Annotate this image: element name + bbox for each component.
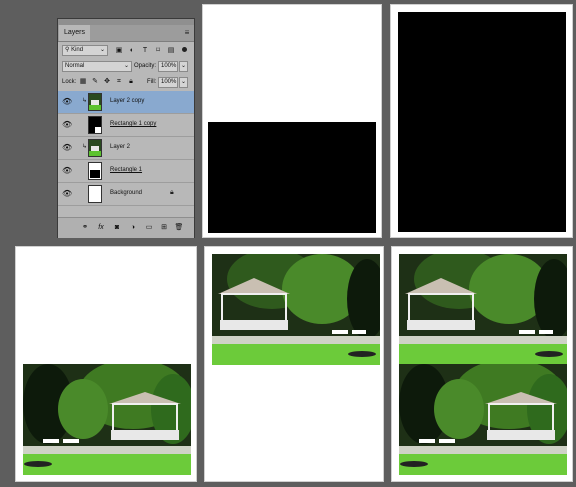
layer-thumbnail (88, 116, 102, 134)
shape-badge (95, 127, 101, 133)
eye-icon[interactable]: 👁︎ (62, 120, 72, 130)
image-filter-icon[interactable]: ▣ (114, 46, 124, 56)
lock-icon: 🔒︎ (170, 189, 174, 196)
eye-icon[interactable]: 👁︎ (62, 189, 72, 199)
canvas-page-3 (15, 246, 197, 482)
canvas-page-2 (390, 4, 573, 238)
panel-tab-strip: Layers ≡ (58, 25, 194, 42)
layer-thumbnail (88, 139, 102, 157)
layer-name[interactable]: Rectangle 1 (110, 167, 142, 173)
lock-transparent-icon[interactable]: ▦ (78, 77, 88, 87)
black-rectangle (208, 122, 376, 233)
gazebo-photo-graphic (212, 254, 380, 365)
layers-panel: Layers ≡ ⚲ Kind ⌄ ▣ ◐ T ⌑ ▤ Normal ⌄ Opa… (57, 18, 195, 238)
grass-thumb (89, 105, 101, 110)
new-layer-icon[interactable]: ⊞ (159, 223, 169, 233)
lock-artboard-icon[interactable]: ⌗ (114, 77, 124, 87)
black-rectangle (398, 12, 566, 232)
chevron-down-icon: ⌄ (123, 63, 129, 69)
chevron-down-icon[interactable]: ⌄ (179, 61, 188, 72)
panel-menu-icon[interactable]: ≡ (182, 27, 192, 39)
gazebo-photo-graphic (399, 364, 567, 475)
grass-thumb (89, 151, 101, 156)
blend-mode-select[interactable]: Normal ⌄ (62, 61, 132, 72)
layer-thumbnail (88, 162, 102, 180)
folder-icon[interactable]: ▭ (144, 223, 154, 233)
clip-arrow-icon: ↳ (82, 98, 88, 104)
layer-row-layer-2[interactable]: 👁︎ ↳ Layer 2 (58, 137, 194, 160)
lock-position-icon[interactable]: ✥ (102, 77, 112, 87)
filter-kind-value: Kind (71, 47, 84, 53)
gazebo-photo-top (399, 254, 567, 365)
eye-icon[interactable]: 👁︎ (62, 97, 72, 107)
eye-icon[interactable]: 👁︎ (62, 166, 72, 176)
gazebo-photo-graphic (23, 364, 191, 475)
gazebo-photo (23, 364, 191, 475)
gazebo-photo-bottom (399, 364, 567, 475)
opacity-field[interactable]: 100% (158, 61, 178, 72)
lock-brush-icon[interactable]: ✎ (90, 77, 100, 87)
trash-icon[interactable]: 🗑︎ (174, 223, 184, 233)
filter-kind-select[interactable]: ⚲ Kind ⌄ (62, 45, 108, 56)
clip-arrow-icon: ↳ (82, 144, 88, 150)
fill-field[interactable]: 100% (158, 77, 178, 88)
smart-object-filter-icon[interactable]: ▤ (166, 46, 176, 56)
opacity-label: Opacity: (134, 63, 157, 69)
mask-icon[interactable]: ◙ (112, 223, 122, 233)
layer-name[interactable]: Background (110, 190, 142, 196)
chevron-down-icon: ⌄ (99, 47, 105, 53)
lock-all-icon[interactable]: 🔒︎ (126, 77, 136, 87)
adjustment-icon[interactable]: ◑ (128, 223, 138, 233)
blend-mode-value: Normal (65, 63, 85, 69)
layer-name[interactable]: Layer 2 (110, 144, 130, 150)
canvas-page-4 (204, 246, 384, 482)
eye-icon[interactable]: 👁︎ (62, 143, 72, 153)
gazebo-photo (212, 254, 380, 365)
layer-row-rectangle-1[interactable]: 👁︎ Rectangle 1 (58, 160, 194, 183)
tab-layers[interactable]: Layers (59, 25, 91, 41)
adjustment-filter-icon[interactable]: ◐ (127, 46, 137, 56)
filter-toggle-icon[interactable] (182, 47, 187, 52)
layer-row-background[interactable]: 👁︎ Background 🔒︎ (58, 183, 194, 206)
layer-row-layer-2-copy[interactable]: 👁︎ ↳ Layer 2 copy (58, 91, 194, 114)
link-icon[interactable]: ⚭ (80, 223, 90, 233)
layer-name[interactable]: Rectangle 1 copy (110, 121, 156, 127)
gazebo-photo-graphic (399, 254, 567, 365)
canvas-page-5 (391, 246, 573, 482)
layer-list: 👁︎ ↳ Layer 2 copy 👁︎ Rectangle 1 copy 👁︎… (58, 91, 194, 206)
layer-name[interactable]: Layer 2 copy (110, 98, 144, 104)
layer-thumbnail (88, 93, 102, 111)
fx-icon[interactable]: fx (96, 223, 106, 233)
layers-bottom-bar: ⚭ fx ◙ ◑ ▭ ⊞ 🗑︎ (58, 217, 194, 238)
type-filter-icon[interactable]: T (140, 46, 150, 56)
shape-filter-icon[interactable]: ⌑ (153, 46, 163, 56)
layer-thumbnail (88, 185, 102, 203)
lock-label: Lock: (62, 79, 77, 85)
search-icon: ⚲ (65, 47, 70, 53)
rect-thumb (90, 170, 100, 178)
fill-label: Fill: (147, 79, 157, 85)
chevron-down-icon[interactable]: ⌄ (179, 77, 188, 88)
canvas-page-1 (202, 4, 382, 238)
layer-row-rectangle-1-copy[interactable]: 👁︎ Rectangle 1 copy (58, 114, 194, 137)
